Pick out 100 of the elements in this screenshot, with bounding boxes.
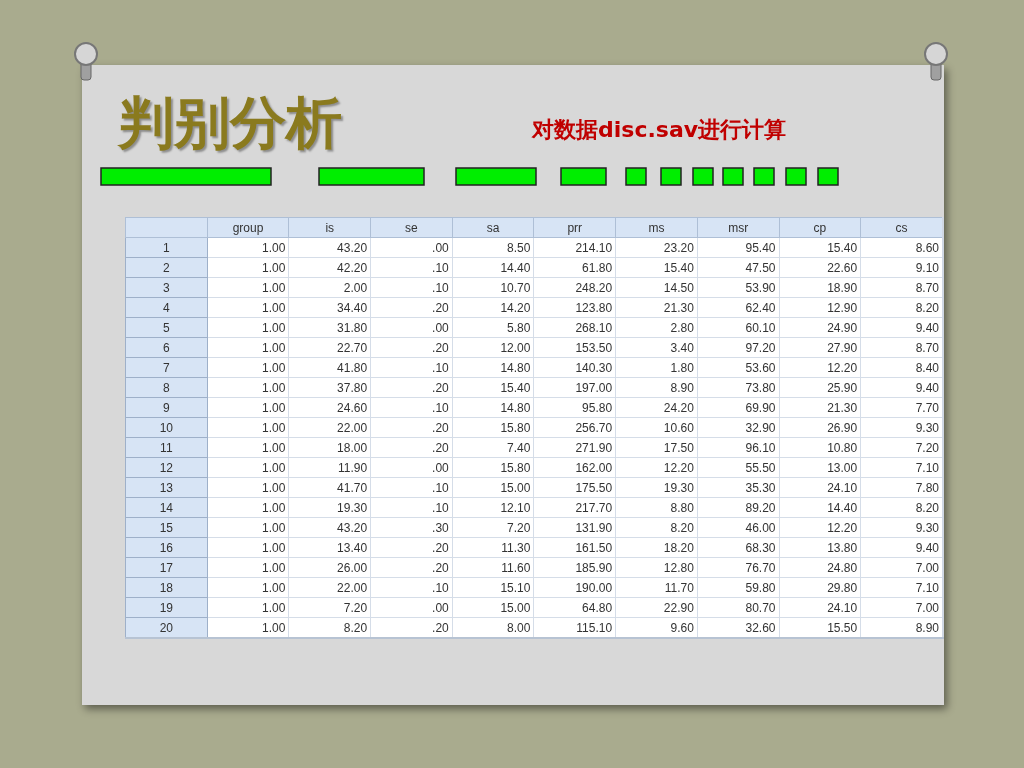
row-number: 5 xyxy=(125,317,208,338)
row-number: 13 xyxy=(125,477,208,498)
table-cell: 1.00 xyxy=(207,577,289,598)
row-number: 14 xyxy=(125,497,208,518)
table-cell: 11.30 xyxy=(452,537,534,558)
table-cell: 1.00 xyxy=(207,277,289,298)
table-cell: 8.80 xyxy=(615,497,698,518)
row-number: 15 xyxy=(125,517,208,538)
table-cell: 61.80 xyxy=(533,257,616,278)
table-cell: 24.20 xyxy=(615,397,698,418)
table-cell: 55.50 xyxy=(697,457,779,478)
table-cell: .20 xyxy=(370,297,453,318)
table-cell: 1.00 xyxy=(207,457,289,478)
table-cell: 10.60 xyxy=(615,417,698,438)
column-header: group xyxy=(207,217,289,238)
slide-subtitle: 对数据disc.sav进行计算 xyxy=(532,116,787,144)
table-cell: 60.10 xyxy=(697,317,779,338)
table-cell: 34.40 xyxy=(288,297,371,318)
table-cell: 14.50 xyxy=(615,277,698,298)
table-cell: 123.80 xyxy=(533,297,616,318)
table-cell: 8.20 xyxy=(615,517,698,538)
table-cell: 1.00 xyxy=(207,297,289,318)
table-cell: 190.00 xyxy=(533,577,616,598)
table-cell: 21.30 xyxy=(779,397,861,418)
table-cell: 23.20 xyxy=(615,237,698,258)
table-cell: 1.00 xyxy=(207,517,289,538)
table-cell: 7.20 xyxy=(452,517,534,538)
table-cell: 2.80 xyxy=(615,317,698,338)
table-cell: 12.10 xyxy=(452,497,534,518)
table-cell: 15.40 xyxy=(452,377,534,398)
table-cell: 15.10 xyxy=(452,577,534,598)
table-cell: 64.80 xyxy=(533,597,616,618)
table-cell: 271.90 xyxy=(533,437,616,458)
table-cell: 161.50 xyxy=(533,537,616,558)
table-cell: .20 xyxy=(370,417,453,438)
row-number: 11 xyxy=(125,437,208,458)
table-cell: 14.40 xyxy=(779,497,861,518)
table-cell: 13.00 xyxy=(779,457,861,478)
table-cell: 14.80 xyxy=(452,397,534,418)
table-cell: 15.00 xyxy=(452,477,534,498)
column-header: msr xyxy=(697,217,779,238)
table-cell: 17.50 xyxy=(615,437,698,458)
table-cell: 41.80 xyxy=(288,357,371,378)
table-cell: 214.10 xyxy=(533,237,616,258)
table-cell: 13.40 xyxy=(288,537,371,558)
table-cell: 1.00 xyxy=(207,437,289,458)
table-cell: 24.60 xyxy=(288,397,371,418)
row-number: 18 xyxy=(125,577,208,598)
table-cell: 22.90 xyxy=(615,597,698,618)
slide-title: 判别分析 xyxy=(118,95,342,151)
table-cell: .20 xyxy=(370,557,453,578)
table-cell: 95.80 xyxy=(533,397,616,418)
table-cell: .10 xyxy=(370,497,453,518)
table-cell: 248.20 xyxy=(533,277,616,298)
table-cell: 46.00 xyxy=(697,517,779,538)
table-cell: 14.40 xyxy=(452,257,534,278)
table-cell: 1.00 xyxy=(207,337,289,358)
table-cell: 26.90 xyxy=(779,417,861,438)
table-cell: 268.10 xyxy=(533,317,616,338)
table-cell: 42.20 xyxy=(288,257,371,278)
table-cell: 162.00 xyxy=(533,457,616,478)
table-cell: .10 xyxy=(370,397,453,418)
column-header: prr xyxy=(533,217,616,238)
table-cell: .10 xyxy=(370,257,453,278)
table-cell: 31.80 xyxy=(288,317,371,338)
table-cell: 256.70 xyxy=(533,417,616,438)
row-number: 16 xyxy=(125,537,208,558)
table-cell: 2.00 xyxy=(288,277,371,298)
table-cell: 19.30 xyxy=(288,497,371,518)
table-cell: .20 xyxy=(370,437,453,458)
table-cell: .20 xyxy=(370,337,453,358)
table-cell: 1.00 xyxy=(207,477,289,498)
table-cell: 1.00 xyxy=(207,357,289,378)
table-cell: 12.20 xyxy=(779,357,861,378)
table-cell: .10 xyxy=(370,277,453,298)
table-cell: 153.50 xyxy=(533,337,616,358)
table-cell: 80.70 xyxy=(697,597,779,618)
table-cell: 24.10 xyxy=(779,477,861,498)
table-cell: .00 xyxy=(370,457,453,478)
table-cell: 8.50 xyxy=(452,237,534,258)
column-header: cs xyxy=(860,217,943,238)
table-cell: 18.00 xyxy=(288,437,371,458)
table-cell: 1.00 xyxy=(207,317,289,338)
table-cell: 73.80 xyxy=(697,377,779,398)
row-number: 4 xyxy=(125,297,208,318)
table-cell: 18.20 xyxy=(615,537,698,558)
table-cell: 1.00 xyxy=(207,237,289,258)
table-cell: 22.00 xyxy=(288,417,371,438)
table-cell: 12.20 xyxy=(615,457,698,478)
table-cell: 1.00 xyxy=(207,397,289,418)
table-cell: 11.90 xyxy=(288,457,371,478)
table-cell: 15.80 xyxy=(452,417,534,438)
table-cell: 15.80 xyxy=(452,457,534,478)
table-cell: 197.00 xyxy=(533,377,616,398)
row-number: 8 xyxy=(125,377,208,398)
row-number: 2 xyxy=(125,257,208,278)
table-cell: 53.90 xyxy=(697,277,779,298)
table-cell: 12.20 xyxy=(779,517,861,538)
table-cell: .00 xyxy=(370,317,453,338)
row-number: 9 xyxy=(125,397,208,418)
